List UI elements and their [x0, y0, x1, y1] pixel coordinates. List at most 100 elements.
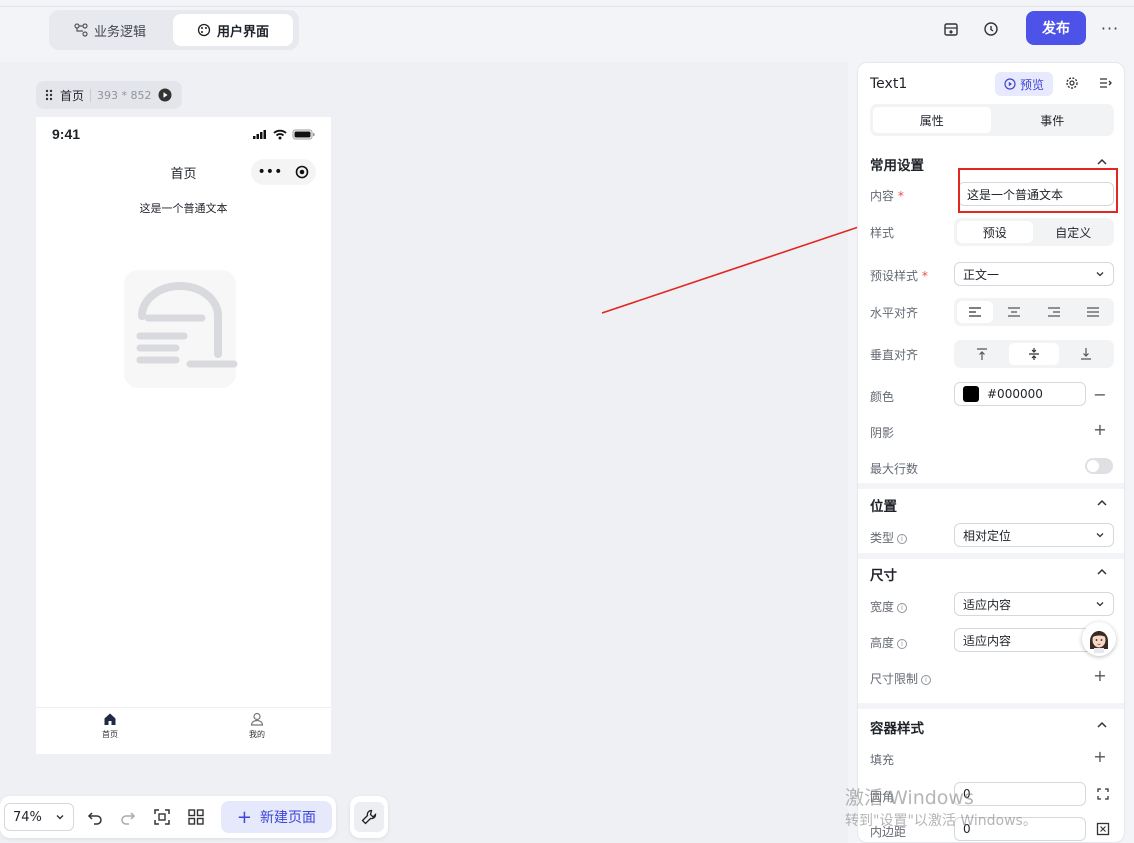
align-left-icon[interactable] — [957, 301, 994, 323]
settings-gear-icon[interactable] — [1065, 76, 1079, 90]
align-top-icon[interactable] — [957, 343, 1006, 365]
color-swatch[interactable] — [963, 386, 979, 402]
more-menu-button[interactable]: ··· — [1098, 16, 1122, 40]
zoom-select[interactable]: 74% — [4, 803, 74, 831]
new-page-button[interactable]: + 新建页面 — [220, 801, 333, 833]
palette-icon — [197, 23, 211, 37]
page-chip-dimensions: 393 * 852 — [90, 88, 152, 102]
drag-handle-icon[interactable] — [44, 88, 54, 102]
align-right-icon[interactable] — [1036, 301, 1072, 323]
chevron-up-icon[interactable] — [1095, 155, 1109, 169]
publish-button[interactable]: 发布 — [1026, 11, 1086, 45]
corner-radius-icon[interactable] — [1096, 787, 1110, 801]
vertical-align-label: 垂直对齐 — [870, 348, 919, 362]
user-icon — [250, 712, 264, 726]
tab-user-interface-label: 用户界面 — [216, 24, 269, 40]
chevron-down-icon — [1096, 533, 1104, 538]
content-field-label: 内容 * — [870, 189, 904, 203]
assistant-avatar[interactable] — [1082, 622, 1116, 656]
flow-icon — [74, 23, 88, 37]
tab-user-interface[interactable]: 用户界面 — [173, 14, 293, 46]
preset-style-select[interactable]: 正文一 — [954, 262, 1114, 286]
tab-events[interactable]: 事件 — [994, 107, 1112, 133]
position-title: 位置 — [870, 499, 897, 515]
grid-icon — [188, 809, 204, 825]
add-fill-icon[interactable]: + — [1092, 747, 1108, 766]
size-title: 尺寸 — [870, 568, 897, 584]
tab-mine-label: 我的 — [249, 730, 265, 739]
align-center-icon[interactable] — [996, 301, 1032, 323]
position-type-label: 类型 i — [870, 529, 908, 546]
chevron-up-icon[interactable] — [1095, 496, 1109, 510]
horizontal-align-label: 水平对齐 — [870, 306, 919, 320]
component-name: Text1 — [870, 76, 908, 92]
more-dots-icon[interactable]: ••• — [258, 164, 283, 180]
chevron-up-icon[interactable] — [1095, 718, 1109, 732]
chevron-up-icon[interactable] — [1095, 565, 1109, 579]
remove-color-icon[interactable]: − — [1092, 385, 1108, 404]
play-icon[interactable] — [158, 88, 172, 102]
signal-icon — [253, 130, 266, 139]
tab-business-logic[interactable]: 业务逻辑 — [53, 14, 167, 46]
style-custom-option[interactable]: 自定义 — [1036, 221, 1112, 243]
width-select[interactable]: 适应内容 — [954, 592, 1114, 616]
tab-properties[interactable]: 属性 — [873, 107, 991, 133]
chevron-down-icon — [56, 815, 64, 820]
redo-button[interactable] — [115, 804, 141, 830]
position-type-select[interactable]: 相对定位 — [954, 523, 1114, 547]
max-lines-toggle[interactable] — [1085, 458, 1113, 474]
vertical-align-switch — [954, 340, 1114, 368]
preview-button[interactable]: 预览 — [995, 72, 1053, 96]
avatar-face-icon — [1090, 631, 1108, 653]
align-middle-icon[interactable] — [1009, 343, 1059, 365]
style-switch: 预设 自定义 — [954, 218, 1114, 246]
text-component[interactable]: 这是一个普通文本 — [36, 200, 331, 216]
zoom-value: 74% — [13, 809, 42, 825]
play-circle-icon — [1004, 78, 1016, 90]
new-page-label: 新建页面 — [259, 810, 316, 826]
preset-style-label: 预设样式 * — [870, 269, 928, 283]
activation-watermark-subtitle: 转到"设置"以激活 Windows。 — [845, 813, 1037, 829]
info-icon: i — [897, 602, 908, 613]
height-value: 适应内容 — [963, 633, 1012, 648]
chevron-down-icon — [1096, 602, 1104, 607]
mini-program-capsule[interactable]: ••• — [251, 159, 316, 185]
align-justify-icon[interactable] — [1075, 301, 1111, 323]
chevron-down-icon — [1096, 272, 1104, 277]
max-lines-label: 最大行数 — [870, 462, 919, 476]
width-value: 适应内容 — [963, 597, 1012, 612]
battery-icon — [292, 129, 315, 140]
grid-view-button[interactable] — [183, 804, 209, 830]
add-shadow-icon[interactable]: + — [1092, 420, 1108, 439]
width-label: 宽度 i — [870, 598, 908, 615]
style-label: 样式 — [870, 226, 895, 240]
tab-home-label: 首页 — [102, 730, 118, 739]
wrench-icon — [361, 809, 377, 825]
tab-mine[interactable]: 我的 — [227, 712, 287, 740]
undo-button[interactable] — [82, 804, 108, 830]
history-icon[interactable] — [981, 19, 1001, 39]
section-divider — [858, 483, 1124, 489]
style-preset-option[interactable]: 预设 — [957, 221, 1033, 243]
tab-home[interactable]: 首页 — [80, 712, 140, 740]
fit-screen-button[interactable] — [149, 804, 175, 830]
add-size-limit-icon[interactable]: + — [1092, 666, 1108, 685]
wifi-icon — [273, 129, 287, 140]
plus-icon: + — [236, 806, 252, 828]
save-version-icon[interactable] — [941, 19, 961, 39]
collapse-panel-icon[interactable] — [1098, 76, 1112, 90]
height-label: 高度 i — [870, 634, 908, 651]
image-placeholder-icon — [120, 264, 240, 392]
page-chip[interactable]: 首页 393 * 852 — [36, 81, 182, 109]
fit-screen-icon — [154, 809, 170, 825]
close-target-icon[interactable] — [295, 165, 309, 179]
align-bottom-icon[interactable] — [1062, 343, 1111, 365]
shadow-label: 阴影 — [870, 426, 895, 440]
preview-label: 预览 — [1019, 77, 1044, 92]
undo-icon — [87, 812, 102, 825]
padding-box-icon[interactable] — [1096, 822, 1110, 836]
color-input[interactable]: #000000 — [954, 382, 1086, 406]
page-chip-name: 首页 — [60, 88, 85, 103]
phone-status-time: 9:41 — [52, 126, 81, 142]
tools-button[interactable] — [350, 796, 388, 838]
